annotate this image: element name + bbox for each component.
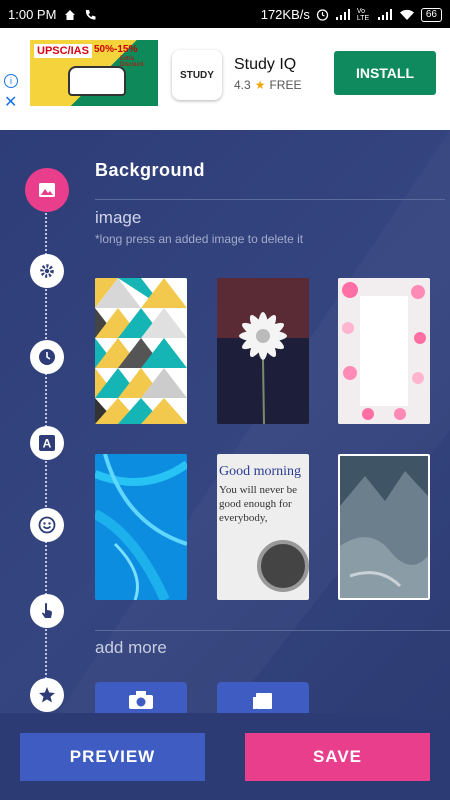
bottom-action-bar: PREVIEW SAVE	[0, 713, 450, 800]
good-morning-quote-image: Good morning You will never be good enou…	[217, 454, 309, 600]
wifi-icon	[399, 9, 414, 20]
preview-button[interactable]: PREVIEW	[20, 733, 205, 781]
status-bar: 1:00 PM 172KB/s Vo LTE 66	[0, 0, 450, 28]
network-speed: 172KB/s	[260, 7, 310, 22]
rose-petals-image	[338, 278, 430, 424]
star-tab-button[interactable]	[30, 678, 64, 712]
signal-icon-2	[377, 8, 392, 20]
image-icon	[39, 183, 55, 197]
app-name: Study IQ	[234, 56, 297, 73]
mountain-landscape-image	[340, 456, 428, 598]
install-button[interactable]: INSTALL	[334, 51, 436, 95]
phone-icon	[86, 9, 96, 20]
clock-tab-button[interactable]	[30, 340, 64, 374]
hint-text: *long press an added image to delete it	[95, 232, 304, 246]
star-icon	[39, 687, 55, 703]
quote-line-4: everybody,	[219, 512, 268, 524]
svg-text:A: A	[43, 437, 52, 451]
emoji-tab-button[interactable]	[30, 508, 64, 542]
add-more-label: add more	[95, 638, 167, 657]
alarm-icon	[316, 9, 329, 21]
image-tab-button[interactable]	[25, 168, 69, 212]
thumbnail-mountain-selected[interactable]	[338, 454, 430, 600]
section-title: Background	[95, 160, 206, 180]
gear-icon	[40, 264, 54, 278]
quote-line-1: Good morning	[219, 464, 302, 479]
star-icon: ★	[254, 78, 266, 92]
quote-line-2: You will never be	[219, 484, 298, 496]
touch-icon	[42, 603, 52, 618]
app-price: FREE	[269, 78, 302, 92]
emoji-icon	[38, 516, 56, 534]
divider	[95, 630, 450, 631]
camera-icon	[129, 691, 153, 709]
info-icon[interactable]: i	[4, 74, 18, 88]
settings-tab-button[interactable]	[30, 254, 64, 288]
add-from-gallery-button[interactable]	[217, 682, 309, 716]
ad-image[interactable]: UPSC/IAS 50%-15% Extra Discount	[30, 40, 158, 106]
ad-image-text: UPSC/IAS	[34, 44, 92, 58]
close-icon[interactable]: ✕	[4, 92, 17, 112]
app-rating: 4.3 ★ FREE	[234, 78, 301, 92]
save-button[interactable]: SAVE	[245, 733, 430, 781]
background-section: Background image *long press an added im…	[95, 160, 445, 246]
touch-tab-button[interactable]	[30, 594, 64, 628]
thumbnail-good-morning[interactable]: Good morning You will never be good enou…	[217, 454, 309, 600]
editor-panel: A Background image *long press an added …	[0, 130, 450, 800]
car-image	[68, 66, 126, 96]
rating-value: 4.3	[234, 78, 251, 92]
text-icon: A	[39, 435, 55, 451]
daisy-flower-image	[217, 278, 309, 424]
ad-image-discount: 50%-15%	[94, 44, 138, 55]
coffee-cup-graphic	[257, 540, 309, 592]
thumbnail-rose[interactable]	[338, 278, 430, 424]
clock-icon	[39, 349, 55, 365]
blue-abstract-image	[95, 454, 187, 600]
quote-line-3: good enough for	[219, 498, 292, 510]
ad-banner[interactable]: i ✕ UPSC/IAS 50%-15% Extra Discount STUD…	[0, 28, 450, 130]
signal-icon	[335, 8, 350, 20]
status-time: 1:00 PM	[8, 7, 57, 22]
text-tab-button[interactable]: A	[30, 426, 64, 460]
thumbnail-blue-abstract[interactable]	[95, 454, 187, 600]
network-label: Vo LTE	[356, 7, 370, 22]
app-logo-text: STUDY	[180, 69, 214, 81]
geometric-pattern-image	[95, 278, 187, 424]
thumbnail-daisy[interactable]	[217, 278, 309, 424]
add-from-camera-button[interactable]	[95, 682, 187, 716]
ad-image-extra: Extra Discount	[120, 56, 144, 68]
battery-indicator: 66	[420, 7, 442, 22]
app-logo[interactable]: STUDY	[172, 50, 222, 100]
thumbnail-geometric[interactable]	[95, 278, 187, 424]
divider	[95, 199, 445, 200]
home-icon	[65, 9, 76, 20]
image-subtitle: image	[95, 208, 142, 227]
gallery-icon	[253, 693, 272, 709]
